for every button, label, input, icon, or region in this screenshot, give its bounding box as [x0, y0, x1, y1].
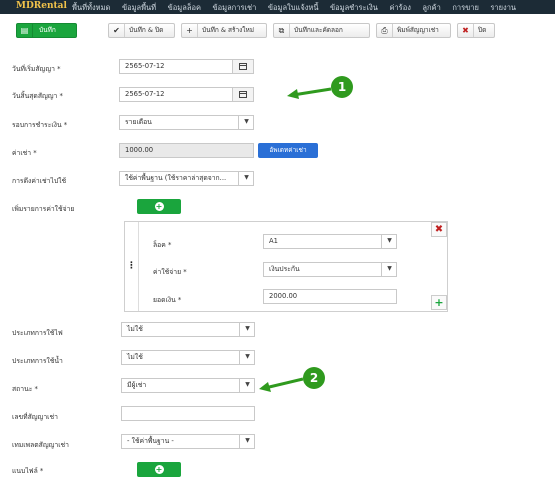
start-date-value: 2565-07-12 — [125, 62, 165, 70]
chevron-down-icon: ▼ — [381, 235, 396, 248]
expense-amount-value: 2000.00 — [269, 292, 298, 300]
nav-item-areas[interactable]: ข้อมูลพื้นที่ — [122, 2, 156, 14]
water-type-select[interactable]: ไม่ใช้ ▼ — [121, 350, 255, 365]
annotation-arrow-2 — [264, 377, 304, 390]
end-date-label: วันสิ้นสุดสัญญา * — [12, 92, 63, 100]
plus-circle-icon: + — [154, 202, 164, 211]
end-date-input[interactable]: 2565-07-12 — [119, 87, 254, 102]
status-label: สถานะ * — [12, 385, 38, 393]
expense-lock-select[interactable]: A1 ▼ — [263, 234, 397, 249]
chevron-down-icon: ▼ — [239, 323, 254, 336]
chevron-down-icon: ▼ — [239, 351, 254, 364]
annotation-arrow-1 — [292, 87, 332, 97]
start-date-input[interactable]: 2565-07-12 — [119, 59, 254, 74]
save-close-label: บันทึก & ปิด — [129, 26, 164, 34]
nav-item-customers[interactable]: ลูกค้า — [422, 2, 440, 14]
expense-type-select[interactable]: เงินประกัน ▼ — [263, 262, 397, 277]
add-expense-button[interactable]: + — [137, 199, 181, 214]
rent-source-select[interactable]: ใช้ค่าพื้นฐาน (ใช้ราคาล่าสุดจาก... ▼ — [119, 171, 254, 186]
chevron-down-icon: ▼ — [239, 435, 254, 448]
printer-icon: ⎙ — [377, 24, 393, 37]
save-icon: ▤ — [17, 24, 33, 37]
close-circle-icon: ✖ — [458, 24, 474, 37]
add-expense-label: เพิ่มรายการค่าใช้จ่าย — [12, 205, 75, 213]
save-button-label: บันทึก — [39, 26, 56, 34]
brand-logo[interactable]: MDRental — [16, 1, 67, 11]
update-rent-button[interactable]: อัพเดทค่าเช่า — [258, 143, 318, 158]
chevron-down-icon: ▼ — [381, 263, 396, 276]
payment-cycle-value: รายเดือน — [125, 118, 152, 126]
start-date-label: วันที่เริ่มสัญญา * — [12, 65, 61, 73]
expense-type-value: เงินประกัน — [269, 265, 300, 273]
rent-label: ค่าเช่า * — [12, 149, 37, 157]
rent-value: 1000.00 — [125, 146, 154, 154]
plus-icon: + — [182, 24, 198, 37]
expense-row-panel: ⋮ ล็อค * A1 ▼ ค่าใช้จ่าย * เงินประกัน ▼ … — [124, 221, 448, 312]
annotation-arrowhead-1 — [287, 89, 299, 99]
contract-template-value: - ใช้ค่าพื้นฐาน - — [127, 437, 174, 445]
contract-no-input[interactable] — [121, 406, 255, 421]
rent-source-label: การดึงค่าเช่าไปใช้ — [12, 177, 67, 185]
nav-item-requests[interactable]: ค่าร้อง — [389, 2, 410, 14]
chevron-down-icon: ▼ — [239, 379, 254, 392]
copy-icon: ⧉ — [274, 24, 290, 37]
nav-item-invoices[interactable]: ข้อมูลใบแจ้งหนี้ — [268, 2, 319, 14]
chevron-down-icon: ▼ — [238, 116, 253, 129]
print-contract-label: พิมพ์สัญญาเช่า — [397, 26, 439, 34]
calendar-icon[interactable] — [232, 60, 253, 73]
close-button-label: ปิด — [478, 26, 487, 34]
save-copy-label: บันทึกและคัดลอก — [294, 26, 343, 34]
print-contract-button[interactable]: ⎙ พิมพ์สัญญาเช่า — [376, 23, 451, 38]
nav-item-sales[interactable]: การขาย — [452, 2, 479, 14]
status-value: มีผู้เช่า — [127, 381, 147, 389]
payment-cycle-select[interactable]: รายเดือน ▼ — [119, 115, 254, 130]
end-date-value: 2565-07-12 — [125, 90, 165, 98]
save-copy-button[interactable]: ⧉ บันทึกและคัดลอก — [273, 23, 370, 38]
nav-item-rentals[interactable]: ข้อมูลการเช่า — [213, 2, 257, 14]
expense-type-label: ค่าใช้จ่าย * — [153, 268, 187, 276]
top-navbar: MDRental พื้นที่ทั้งหมด ข้อมูลพื้นที่ ข้… — [0, 0, 555, 14]
delete-row-icon[interactable]: ✖ — [431, 222, 447, 237]
check-icon: ✔ — [109, 24, 125, 37]
annotation-arrowhead-2 — [259, 382, 271, 392]
annotation-callout-2: 2 — [303, 367, 325, 389]
save-new-label: บันทึก & สร้างใหม่ — [202, 26, 255, 34]
chevron-down-icon: ▼ — [238, 172, 253, 185]
nav-menu: พื้นที่ทั้งหมด ข้อมูลพื้นที่ ข้อมูลล็อค … — [72, 2, 525, 14]
drag-handle-icon[interactable]: ⋮ — [125, 222, 139, 311]
payment-cycle-label: รอบการชำระเงิน * — [12, 121, 68, 129]
status-select[interactable]: มีผู้เช่า ▼ — [121, 378, 255, 393]
expense-lock-label: ล็อค * — [153, 241, 172, 249]
annotation-callout-1: 1 — [331, 76, 353, 98]
nav-item-all-areas[interactable]: พื้นที่ทั้งหมด — [72, 2, 110, 14]
rent-source-value: ใช้ค่าพื้นฐาน (ใช้ราคาล่าสุดจาก... — [125, 174, 227, 182]
contract-no-label: เลขที่สัญญาเช่า — [12, 413, 58, 421]
expense-amount-input[interactable]: 2000.00 — [263, 289, 397, 304]
rent-input[interactable]: 1000.00 — [119, 143, 254, 158]
nav-item-reports[interactable]: รายงาน — [490, 2, 516, 14]
nav-item-locks[interactable]: ข้อมูลล็อค — [168, 2, 201, 14]
contract-template-select[interactable]: - ใช้ค่าพื้นฐาน - ▼ — [121, 434, 255, 449]
expense-amount-label: ยอดเงิน * — [153, 296, 182, 304]
add-row-icon[interactable]: + — [431, 295, 447, 310]
attach-file-button[interactable]: + — [137, 462, 181, 477]
electric-type-select[interactable]: ไม่ใช้ ▼ — [121, 322, 255, 337]
save-new-button[interactable]: + บันทึก & สร้างใหม่ — [181, 23, 267, 38]
plus-circle-icon: + — [154, 465, 164, 474]
nav-item-payments[interactable]: ข้อมูลชำระเงิน — [330, 2, 378, 14]
electric-type-value: ไม่ใช้ — [127, 325, 143, 333]
water-type-label: ประเภทการใช้น้ำ — [12, 357, 63, 365]
expense-lock-value: A1 — [269, 237, 278, 245]
electric-type-label: ประเภทการใช้ไฟ — [12, 329, 63, 337]
save-button[interactable]: ▤ บันทึก — [16, 23, 77, 38]
save-close-button[interactable]: ✔ บันทึก & ปิด — [108, 23, 175, 38]
calendar-icon[interactable] — [232, 88, 253, 101]
close-button[interactable]: ✖ ปิด — [457, 23, 495, 38]
water-type-value: ไม่ใช้ — [127, 353, 143, 361]
contract-template-label: เทมเพลตสัญญาเช่า — [12, 441, 69, 449]
